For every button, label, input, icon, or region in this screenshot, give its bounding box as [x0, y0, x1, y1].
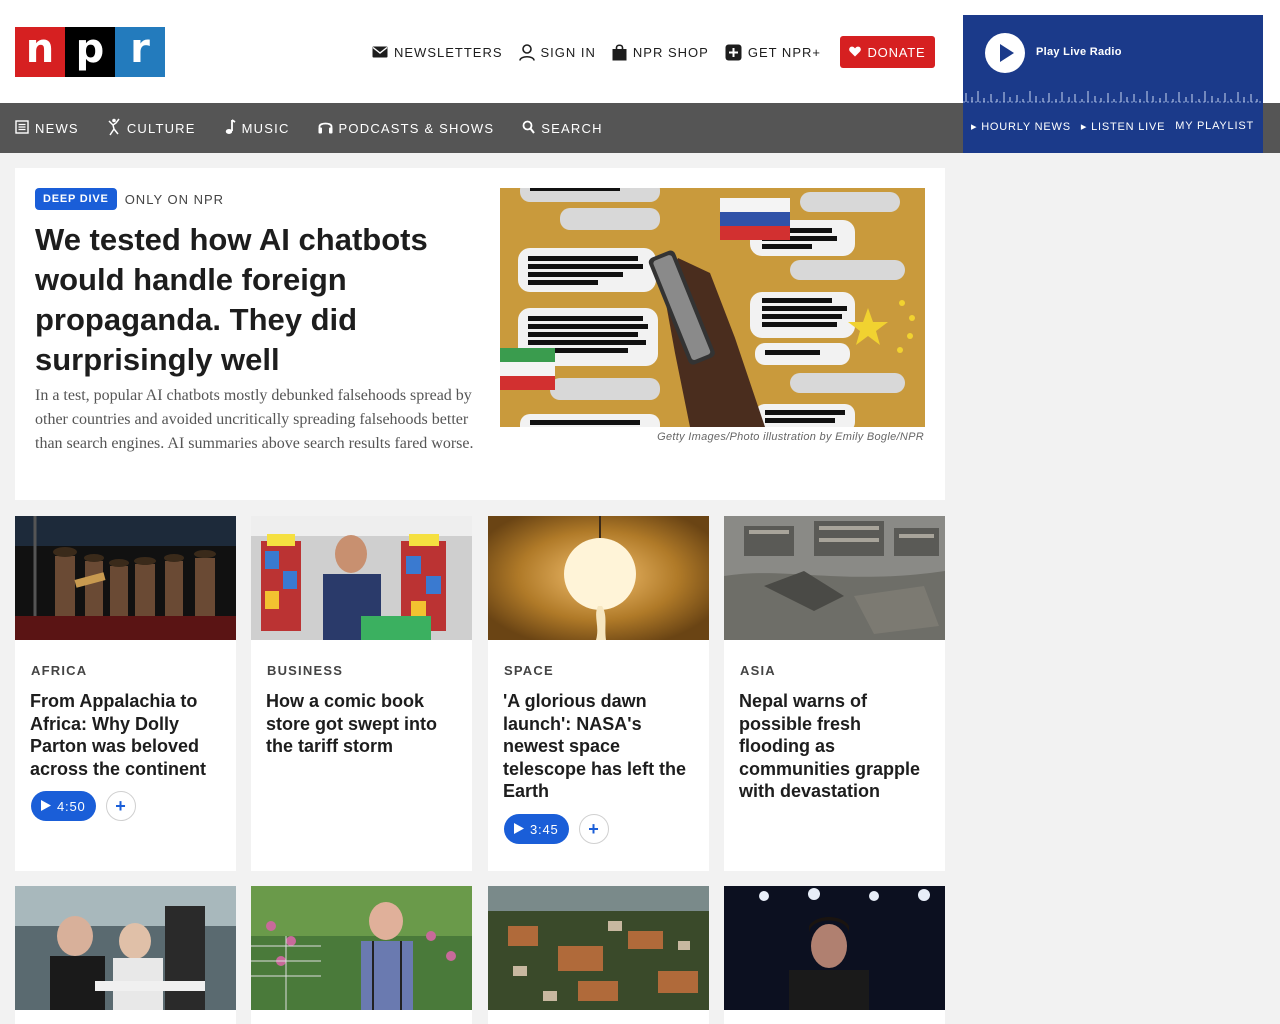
nav-culture[interactable]: CULTURE: [107, 118, 196, 139]
logo-letter-n: n: [15, 27, 65, 77]
nav-news[interactable]: NEWS: [15, 119, 79, 137]
user-icon: [518, 43, 535, 61]
nav-news-label: NEWS: [35, 120, 79, 136]
nav-search[interactable]: SEARCH: [522, 120, 602, 137]
hero-badges: DEEP DIVE ONLY ON NPR: [35, 188, 224, 210]
nav-podcasts-shows[interactable]: PODCASTS & SHOWS: [318, 119, 495, 137]
story-card: AFRICA From Appalachia to Africa: Why Do…: [15, 516, 236, 871]
get-npr-plus-link[interactable]: GET NPR+: [725, 44, 821, 61]
story-headline[interactable]: Nepal warns of possible fresh flooding a…: [739, 690, 934, 803]
hourly-news-label: HOURLY NEWS: [981, 121, 1071, 133]
nav-music-label: MUSIC: [241, 120, 290, 136]
audio-duration: 3:45: [530, 821, 559, 837]
play-audio-button[interactable]: 3:45: [504, 814, 569, 844]
envelope-icon: [372, 46, 388, 58]
my-playlist-link[interactable]: MY PLAYLIST: [1175, 120, 1254, 133]
story-slug[interactable]: BUSINESS: [267, 663, 343, 678]
hero-headline[interactable]: We tested how AI chatbots would handle f…: [35, 220, 475, 380]
newspaper-icon: [15, 119, 29, 137]
search-icon: [522, 120, 536, 137]
story-slug[interactable]: AFRICA: [31, 663, 87, 678]
donate-label: DONATE: [867, 44, 926, 60]
story-slug[interactable]: SPACE: [504, 663, 554, 678]
logo-letter-r: r: [115, 27, 165, 77]
nav-search-label: SEARCH: [541, 120, 603, 136]
hero-image[interactable]: [500, 188, 925, 427]
story-image-telescope-launch[interactable]: [488, 516, 709, 640]
plus-square-icon: [725, 44, 742, 61]
add-to-playlist-button[interactable]: +: [105, 791, 136, 821]
shopping-bag-icon: [612, 43, 627, 61]
npr-shop-link[interactable]: NPR SHOP: [612, 43, 709, 61]
story-card: [15, 886, 236, 1024]
donate-button[interactable]: DONATE: [840, 36, 935, 68]
story-headline[interactable]: How a comic book store got swept into th…: [266, 690, 461, 758]
story-image[interactable]: [724, 886, 945, 1010]
add-to-playlist-button[interactable]: +: [578, 814, 609, 844]
hero-teaser: In a test, popular AI chatbots mostly de…: [35, 387, 474, 452]
play-live-radio-button[interactable]: [985, 33, 1025, 73]
audio-controls: 4:50 +: [31, 791, 136, 821]
story-image-comic-store[interactable]: [251, 516, 472, 640]
sign-in-link[interactable]: SIGN IN: [518, 43, 596, 61]
newsletters-label: NEWSLETTERS: [394, 44, 503, 60]
hourly-news-link[interactable]: ▸ HOURLY NEWS: [971, 120, 1071, 133]
story-headline[interactable]: From Appalachia to Africa: Why Dolly Par…: [30, 690, 225, 780]
get-npr-plus-label: GET NPR+: [747, 44, 821, 60]
story-card: ASIA Nepal warns of possible fresh flood…: [724, 516, 945, 871]
nav-music[interactable]: MUSIC: [224, 118, 290, 138]
story-image-nepal-flood[interactable]: [724, 516, 945, 640]
only-on-npr-tag: ONLY ON NPR: [124, 191, 225, 207]
player-links: ▸ HOURLY NEWS ▸ LISTEN LIVE MY PLAYLIST: [971, 120, 1254, 133]
npr-logo[interactable]: n p r: [15, 27, 165, 77]
waveform-graphic: [963, 91, 1263, 103]
story-image[interactable]: [15, 886, 236, 1010]
audio-duration: 4:50: [57, 798, 86, 814]
live-radio-player: Play Live Radio ▸ HOURLY NEWS ▸ LISTEN L…: [963, 15, 1263, 153]
plus-icon: +: [588, 818, 599, 839]
logo-letter-p: p: [65, 27, 115, 77]
play-audio-button[interactable]: 4:50: [31, 791, 96, 821]
listen-live-label: LISTEN LIVE: [1091, 121, 1166, 133]
play-icon: [1000, 44, 1014, 62]
hero-story: DEEP DIVE ONLY ON NPR We tested how AI c…: [15, 168, 945, 500]
plus-icon: +: [115, 795, 126, 816]
music-note-icon: [224, 118, 236, 138]
story-image[interactable]: [251, 886, 472, 1010]
npr-shop-label: NPR SHOP: [632, 44, 709, 60]
deep-dive-badge[interactable]: DEEP DIVE: [35, 188, 117, 210]
utility-nav: NEWSLETTERS SIGN IN NPR SHOP GET NPR+: [372, 42, 837, 62]
newsletters-link[interactable]: NEWSLETTERS: [372, 45, 503, 60]
play-live-radio-label: Play Live Radio: [1036, 46, 1122, 58]
story-card: [488, 886, 709, 1024]
story-image-dolly-parton[interactable]: [15, 516, 236, 640]
story-card: [724, 886, 945, 1024]
story-image[interactable]: [488, 886, 709, 1010]
play-icon: [41, 799, 51, 814]
listen-live-link[interactable]: ▸ LISTEN LIVE: [1081, 120, 1165, 133]
nav-podcasts-label: PODCASTS & SHOWS: [338, 120, 495, 136]
play-icon: [514, 822, 524, 837]
story-card: BUSINESS How a comic book store got swep…: [251, 516, 472, 871]
nav-edge: [1263, 103, 1280, 153]
headphones-icon: [318, 119, 333, 137]
heart-icon: [849, 45, 862, 60]
audio-controls: 3:45 +: [504, 814, 609, 844]
nav-culture-label: CULTURE: [126, 120, 196, 136]
sign-in-label: SIGN IN: [540, 44, 596, 60]
main-nav: NEWS CULTURE MUSIC PODCASTS & SHOWS SEAR…: [0, 103, 963, 153]
story-card: [251, 886, 472, 1024]
dancer-icon: [107, 118, 121, 139]
story-slug[interactable]: ASIA: [740, 663, 776, 678]
hero-image-credit: Getty Images/Photo illustration by Emily…: [657, 431, 924, 443]
story-headline[interactable]: 'A glorious dawn launch': NASA's newest …: [503, 690, 698, 803]
story-card: SPACE 'A glorious dawn launch': NASA's n…: [488, 516, 709, 871]
